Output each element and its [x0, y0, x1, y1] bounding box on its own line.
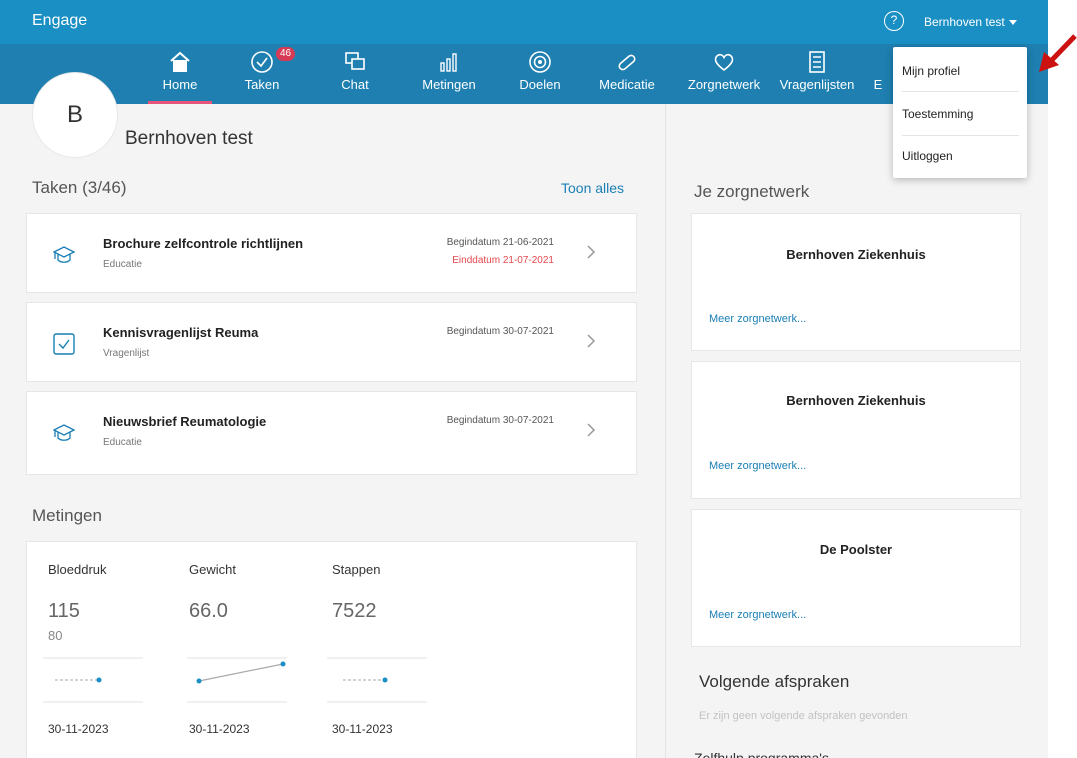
task-title: Brochure zelfcontrole richtlijnen: [103, 236, 304, 251]
app-title: Engage: [32, 12, 88, 29]
task-title: Nieuwsbrief Reumatologie: [103, 414, 267, 429]
meer-zorgnetwerk-link[interactable]: Meer zorgnetwerk...: [709, 609, 806, 621]
nav-label: Metingen: [422, 77, 476, 92]
metric-date: 30-11-2023: [189, 722, 250, 736]
task-type: Educatie: [103, 437, 142, 448]
menu-item-uitloggen[interactable]: Uitloggen: [902, 149, 953, 163]
task-start-date: Begindatum 30-07-2021: [446, 415, 554, 426]
nav-label: Taken: [244, 77, 280, 92]
metric-label: Stappen: [332, 562, 381, 577]
task-card[interactable]: Kennisvragenlijst Reuma Vragenlijst Begi…: [26, 302, 637, 382]
metric-value: 66.0: [189, 600, 228, 622]
task-card[interactable]: Brochure zelfcontrole richtlijnen Educat…: [26, 213, 637, 293]
show-all-tasks-link[interactable]: Toon alles: [561, 180, 624, 196]
nav-item-taken[interactable]: Taken 46: [232, 44, 296, 104]
stappen-sparkline[interactable]: [327, 654, 427, 706]
zorgnetwerk-card[interactable]: Bernhoven Ziekenhuis Meer zorgnetwerk...: [691, 213, 1021, 351]
task-start-date: Begindatum 30-07-2021: [446, 326, 554, 337]
task-type: Educatie: [103, 259, 142, 270]
bar-chart-icon: [413, 44, 485, 78]
nav-label: Home: [162, 77, 198, 92]
task-start-date: Begindatum 21-06-2021: [446, 237, 554, 248]
graduation-cap-icon: [52, 244, 76, 266]
more-icon: [868, 44, 888, 78]
nav-item-chat[interactable]: Chat: [330, 44, 380, 104]
afspraken-section-title: Volgende afspraken: [699, 672, 850, 691]
tasks-section-title: Taken (3/46): [32, 178, 127, 197]
gewicht-sparkline[interactable]: [187, 654, 287, 706]
zelfhulp-section-title: Zelfhulp programma's: [694, 750, 829, 758]
chat-icon: [330, 44, 380, 78]
top-bar: Engage ? Bernhoven test: [0, 0, 1048, 44]
meer-zorgnetwerk-link[interactable]: Meer zorgnetwerk...: [709, 313, 806, 325]
zorgnetwerk-section-title: Je zorgnetwerk: [694, 182, 810, 201]
chevron-right-icon: [586, 422, 596, 438]
task-card[interactable]: Nieuwsbrief Reumatologie Educatie Begind…: [26, 391, 637, 475]
task-type: Vragenlijst: [103, 348, 150, 359]
metric-date: 30-11-2023: [48, 722, 109, 736]
nav-label: Vragenlijsten: [779, 77, 855, 92]
task-title: Kennisvragenlijst Reuma: [103, 325, 259, 340]
annotation-arrow-icon: [1039, 34, 1077, 72]
nav-item-vragenlijsten[interactable]: Vragenlijsten: [774, 44, 860, 104]
chevron-right-icon: [586, 244, 596, 260]
checkbox-icon: [53, 333, 75, 355]
metric-date: 30-11-2023: [332, 722, 393, 736]
pill-icon: [592, 44, 662, 78]
checklist-icon: [774, 44, 860, 78]
graduation-cap-icon: [52, 422, 76, 444]
nav-item-metingen[interactable]: Metingen: [413, 44, 485, 104]
nav-label: Doelen: [519, 77, 561, 92]
meer-zorgnetwerk-link[interactable]: Meer zorgnetwerk...: [709, 460, 806, 472]
tasks-count-badge: 46: [276, 47, 296, 61]
heart-icon: [682, 44, 766, 78]
user-menu-button[interactable]: Bernhoven test: [924, 15, 1017, 29]
metingen-card: Bloeddruk Gewicht Stappen 115 80 66.0 75…: [26, 541, 637, 758]
chevron-right-icon: [586, 333, 596, 349]
bloeddruk-sparkline[interactable]: [43, 654, 143, 706]
afspraken-empty-text: Er zijn geen volgende afspraken gevonden: [699, 710, 908, 722]
organisation-name: De Poolster: [819, 542, 893, 557]
metric-label: Gewicht: [189, 562, 236, 577]
nav-item-home[interactable]: Home: [148, 44, 212, 104]
metric-value: 7522: [332, 600, 377, 622]
user-dropdown-menu: Mijn profiel Toestemming Uitloggen: [893, 47, 1027, 178]
page-margin: [1048, 0, 1077, 758]
home-icon: [148, 44, 212, 78]
menu-divider: [902, 135, 1019, 136]
nav-item-zorgnetwerk[interactable]: Zorgnetwerk: [682, 44, 766, 104]
help-icon[interactable]: ?: [884, 11, 904, 31]
nav-item-medicatie[interactable]: Medicatie: [592, 44, 662, 104]
organisation-name: Bernhoven Ziekenhuis: [786, 247, 926, 262]
zorgnetwerk-card[interactable]: Bernhoven Ziekenhuis Meer zorgnetwerk...: [691, 361, 1021, 499]
metric-secondary-value: 80: [48, 628, 63, 643]
zorgnetwerk-card[interactable]: De Poolster Meer zorgnetwerk...: [691, 509, 1021, 647]
nav-label: Medicatie: [599, 77, 655, 92]
nav-label: E: [873, 77, 883, 92]
metric-value: 115: [48, 600, 80, 622]
organisation-name: Bernhoven Ziekenhuis: [786, 393, 926, 408]
profile-name: Bernhoven test: [125, 128, 253, 149]
metric-label: Bloeddruk: [48, 562, 107, 577]
nav-label: Chat: [341, 77, 369, 92]
caret-down-icon: [1008, 20, 1017, 26]
menu-divider: [902, 91, 1019, 92]
menu-item-toestemming[interactable]: Toestemming: [902, 107, 973, 121]
user-menu-label: Bernhoven test: [924, 15, 1005, 29]
metingen-section-title: Metingen: [32, 506, 102, 525]
nav-label: Zorgnetwerk: [687, 77, 761, 92]
target-icon: [510, 44, 570, 78]
nav-item-more[interactable]: E: [868, 44, 888, 104]
main-nav: Home Taken 46 Chat Metingen Doelen Medic…: [0, 44, 1048, 104]
nav-item-doelen[interactable]: Doelen: [510, 44, 570, 104]
avatar[interactable]: B: [32, 72, 118, 158]
task-end-date: Einddatum 21-07-2021: [452, 255, 554, 266]
menu-item-mijn-profiel[interactable]: Mijn profiel: [902, 64, 960, 78]
